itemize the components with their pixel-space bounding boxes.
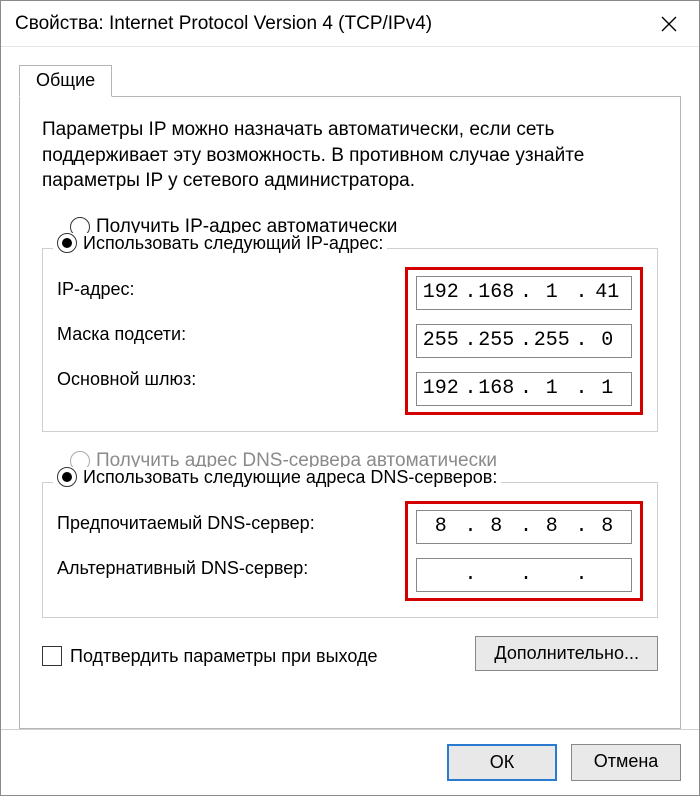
validate-checkbox[interactable]: Подтвердить параметры при выходе (42, 646, 475, 667)
tab-body: Параметры IP можно назначать автоматичес… (19, 97, 681, 729)
advanced-button[interactable]: Дополнительно... (475, 636, 658, 671)
radio-icon (57, 467, 77, 487)
tab-general[interactable]: Общие (19, 65, 112, 97)
description-text: Параметры IP можно назначать автоматичес… (42, 117, 658, 194)
gateway-label: Основной шлюз: (57, 369, 389, 390)
dns-alternate-input[interactable]: . . . (416, 558, 632, 592)
cancel-button[interactable]: Отмена (571, 744, 681, 781)
dialog-window: Свойства: Internet Protocol Version 4 (T… (0, 0, 700, 796)
dns-preferred-input[interactable]: 8. 8. 8. 8 (416, 510, 632, 544)
dns-manual-radio[interactable]: Использовать следующие адреса DNS-сервер… (53, 467, 501, 488)
titlebar: Свойства: Internet Protocol Version 4 (T… (1, 1, 699, 47)
ip-address-input[interactable]: 192. 168. 1. 41 (416, 276, 632, 310)
validate-label: Подтвердить параметры при выходе (70, 646, 377, 667)
ip-highlight-box: 192. 168. 1. 41 255. 255. 255. 0 192 (405, 267, 643, 415)
client-area: Общие Параметры IP можно назначать автом… (1, 47, 699, 729)
close-button[interactable] (639, 1, 699, 47)
ip-manual-label: Использовать следующий IP-адрес: (83, 233, 383, 254)
subnet-mask-label: Маска подсети: (57, 324, 389, 345)
ip-manual-radio[interactable]: Использовать следующий IP-адрес: (53, 233, 387, 254)
dns-alternate-label: Альтернативный DNS-сервер: (57, 558, 389, 579)
window-title: Свойства: Internet Protocol Version 4 (T… (15, 13, 639, 35)
ok-button[interactable]: ОК (447, 744, 557, 781)
ip-fieldset: Использовать следующий IP-адрес: IP-адре… (42, 248, 658, 432)
gateway-input[interactable]: 192. 168. 1. 1 (416, 372, 632, 406)
dns-fieldset: Использовать следующие адреса DNS-сервер… (42, 482, 658, 618)
checkbox-icon (42, 646, 62, 666)
dns-preferred-label: Предпочитаемый DNS-сервер: (57, 513, 389, 534)
radio-icon (57, 233, 77, 253)
close-icon (661, 16, 677, 32)
dialog-footer: ОК Отмена (1, 729, 699, 795)
dns-manual-label: Использовать следующие адреса DNS-сервер… (83, 467, 497, 488)
subnet-mask-input[interactable]: 255. 255. 255. 0 (416, 324, 632, 358)
dns-highlight-box: 8. 8. 8. 8 . . . (405, 501, 643, 601)
ip-address-label: IP-адрес: (57, 279, 389, 300)
tab-row: Общие (19, 65, 681, 97)
